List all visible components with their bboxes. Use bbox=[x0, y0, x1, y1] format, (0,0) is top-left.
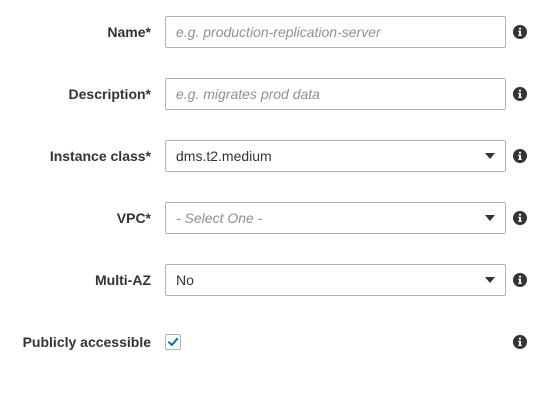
description-label: Description* bbox=[68, 86, 151, 102]
multi-az-select[interactable]: No bbox=[165, 264, 506, 296]
info-icon[interactable] bbox=[513, 87, 527, 101]
description-row: Description* bbox=[0, 77, 555, 111]
vpc-select[interactable]: - Select One - bbox=[165, 202, 506, 234]
name-row: Name* bbox=[0, 15, 555, 49]
caret-down-icon bbox=[485, 153, 495, 159]
instance-class-value: dms.t2.medium bbox=[176, 148, 272, 164]
caret-down-icon bbox=[485, 215, 495, 221]
check-icon bbox=[168, 337, 179, 346]
instance-class-select[interactable]: dms.t2.medium bbox=[165, 140, 506, 172]
publicly-accessible-row: Publicly accessible bbox=[0, 325, 555, 359]
vpc-row: VPC* - Select One - bbox=[0, 201, 555, 235]
info-icon[interactable] bbox=[513, 149, 527, 163]
name-input[interactable] bbox=[165, 16, 506, 48]
multi-az-value: No bbox=[176, 272, 194, 288]
info-icon[interactable] bbox=[513, 273, 527, 287]
publicly-accessible-checkbox[interactable] bbox=[165, 334, 181, 350]
vpc-value: - Select One - bbox=[176, 210, 263, 226]
multi-az-row: Multi-AZ No bbox=[0, 263, 555, 297]
instance-class-label: Instance class* bbox=[49, 148, 151, 164]
multi-az-label: Multi-AZ bbox=[95, 272, 151, 288]
info-icon[interactable] bbox=[513, 25, 527, 39]
publicly-accessible-label: Publicly accessible bbox=[22, 334, 151, 350]
caret-down-icon bbox=[485, 277, 495, 283]
info-icon[interactable] bbox=[513, 335, 527, 349]
instance-class-row: Instance class* dms.t2.medium bbox=[0, 139, 555, 173]
vpc-label: VPC* bbox=[116, 210, 151, 226]
description-input[interactable] bbox=[165, 78, 506, 110]
info-icon[interactable] bbox=[513, 211, 527, 225]
name-label: Name* bbox=[107, 24, 151, 40]
